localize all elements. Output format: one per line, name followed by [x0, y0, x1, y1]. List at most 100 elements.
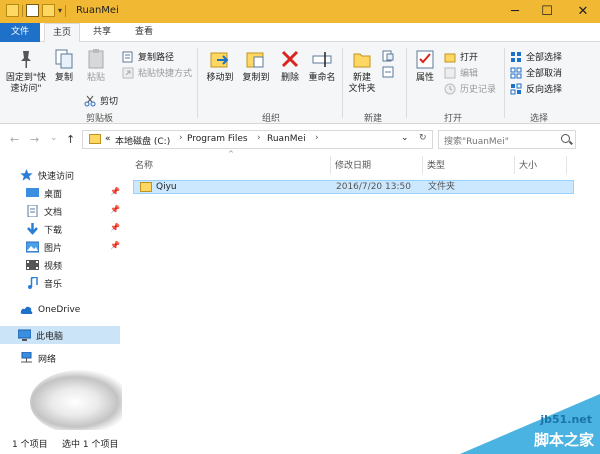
refresh-icon[interactable]: ↻ — [419, 133, 427, 143]
move-to-button[interactable]: 移动到 — [204, 48, 236, 84]
paste-button[interactable]: 粘贴 — [84, 48, 108, 84]
maximize-button[interactable]: ☐ — [530, 0, 564, 23]
column-header-size[interactable]: 大小 — [519, 158, 537, 171]
search-input[interactable]: 搜索"RuanMei" — [444, 134, 509, 147]
divider[interactable] — [422, 156, 423, 174]
sidebar-item-downloads[interactable]: 下载 — [26, 221, 62, 237]
move-to-label: 移动到 — [206, 73, 234, 83]
breadcrumb-overflow[interactable]: « — [105, 134, 111, 144]
sidebar-item-label: 网络 — [38, 354, 57, 365]
divider — [22, 4, 23, 17]
edit-icon — [444, 67, 456, 79]
divider[interactable] — [566, 156, 567, 174]
breadcrumb-separator[interactable]: › — [179, 133, 183, 143]
divider — [342, 48, 343, 118]
search-box[interactable]: 搜索"RuanMei" — [438, 130, 576, 149]
selection-count: 选中 1 个项目 — [62, 440, 119, 450]
sidebar-item-this-pc[interactable]: 此电脑 — [0, 326, 120, 344]
pin-icon — [15, 48, 37, 70]
new-item-button[interactable] — [382, 50, 394, 62]
scrollbar[interactable] — [582, 154, 600, 430]
table-row[interactable]: Qiyu 2016/7/20 13:50 文件夹 — [133, 180, 574, 194]
group-label-clipboard: 剪贴板 — [86, 114, 114, 124]
column-header-type[interactable]: 类型 — [427, 158, 445, 171]
forward-button[interactable]: → — [30, 133, 39, 146]
paste-shortcut-button[interactable]: 粘贴快捷方式 — [122, 66, 192, 79]
desktop-icon — [26, 187, 39, 199]
file-name: Qiyu — [156, 182, 177, 192]
tab-file[interactable]: 文件 — [0, 23, 40, 42]
select-none-label: 全部取消 — [526, 69, 563, 79]
file-modified: 2016/7/20 13:50 — [336, 182, 411, 192]
properties-icon — [414, 48, 436, 70]
decorative-swirl — [30, 370, 130, 434]
delete-icon — [279, 48, 301, 70]
group-label-organize: 组织 — [262, 114, 281, 124]
history-button[interactable]: 历史记录 — [444, 82, 496, 95]
rename-button[interactable]: 重命名 — [306, 48, 338, 84]
edit-button[interactable]: 编辑 — [444, 66, 478, 79]
new-folder-quick-icon[interactable] — [42, 4, 55, 17]
sidebar-item-desktop[interactable]: 桌面 — [26, 185, 62, 201]
breadcrumb-separator[interactable]: › — [315, 133, 319, 143]
delete-label: 删除 — [280, 73, 299, 83]
divider — [197, 48, 198, 118]
copy-path-button[interactable]: 复制路径 — [122, 50, 174, 63]
open-button[interactable]: 打开 — [444, 50, 478, 63]
easy-access-button[interactable] — [382, 66, 394, 78]
minimize-button[interactable]: ─ — [498, 0, 532, 23]
folder-icon — [6, 4, 19, 17]
delete-button[interactable]: 删除 — [278, 48, 302, 84]
breadcrumb-ruanmei[interactable]: RuanMei — [267, 134, 306, 144]
column-header-name[interactable]: 名称 — [135, 158, 153, 171]
group-label-open: 打开 — [444, 114, 463, 124]
edit-label: 编辑 — [460, 69, 479, 79]
divider[interactable] — [330, 156, 331, 174]
recent-locations-button[interactable]: ⌄ — [50, 133, 58, 143]
breadcrumb-separator[interactable]: › — [257, 133, 261, 143]
address-dropdown[interactable]: ⌄ — [401, 133, 409, 143]
chevron-down-icon[interactable]: ▾ — [58, 6, 62, 15]
pin-to-quick-access-button[interactable]: 固定到"快速访问" — [4, 48, 48, 95]
copy-to-button[interactable]: 复制到 — [240, 48, 272, 84]
sidebar-item-quick-access[interactable]: 快速访问 — [20, 167, 74, 183]
search-icon — [561, 134, 570, 143]
new-folder-button[interactable]: 新建 文件夹 — [346, 48, 378, 95]
select-all-button[interactable]: 全部选择 — [510, 50, 562, 63]
column-header-modified[interactable]: 修改日期 — [335, 158, 371, 171]
copy-path-icon — [122, 51, 134, 63]
up-button[interactable]: ↑ — [66, 133, 75, 146]
sidebar-item-label: 文档 — [44, 207, 63, 218]
copy-path-label: 复制路径 — [138, 53, 175, 63]
back-button[interactable]: ← — [10, 133, 19, 146]
folder-icon — [89, 134, 101, 144]
tab-home[interactable]: 主页 — [44, 23, 80, 42]
divider — [406, 48, 407, 118]
sidebar-item-onedrive[interactable]: OneDrive — [20, 302, 80, 318]
new-folder-label: 新建 文件夹 — [348, 73, 376, 94]
sidebar-item-label: 桌面 — [44, 189, 63, 200]
breadcrumb-program-files[interactable]: Program Files — [187, 134, 248, 144]
select-none-button[interactable]: 全部取消 — [510, 66, 562, 79]
sidebar-item-pictures[interactable]: 图片 — [25, 239, 62, 255]
sidebar-item-documents[interactable]: 文档 — [26, 203, 62, 219]
copy-button[interactable]: 复制 — [52, 48, 76, 84]
group-label-select: 选择 — [530, 114, 549, 124]
close-button[interactable]: ✕ — [566, 0, 600, 23]
invert-selection-button[interactable]: 反向选择 — [510, 82, 562, 95]
sidebar-item-network[interactable]: 网络 — [20, 350, 56, 366]
properties-button[interactable]: 属性 — [412, 48, 438, 84]
address-bar[interactable]: « 本地磁盘 (C:) › Program Files › RuanMei › … — [82, 130, 433, 149]
sidebar-item-music[interactable]: 音乐 — [26, 275, 62, 291]
cut-button[interactable]: 剪切 — [84, 94, 118, 107]
sidebar-item-videos[interactable]: 视频 — [26, 257, 62, 273]
tab-view[interactable]: 查看 — [126, 23, 162, 42]
divider[interactable] — [514, 156, 515, 174]
watermark-site: jb51.net — [540, 413, 592, 426]
properties-quick-icon[interactable] — [26, 4, 39, 17]
watermark-brand: 脚本之家 — [533, 431, 594, 449]
tab-share[interactable]: 共享 — [84, 23, 120, 42]
breadcrumb-drive[interactable]: 本地磁盘 (C:) — [115, 134, 170, 147]
select-none-icon — [510, 67, 522, 79]
pin-icon: 📌 — [110, 205, 120, 214]
